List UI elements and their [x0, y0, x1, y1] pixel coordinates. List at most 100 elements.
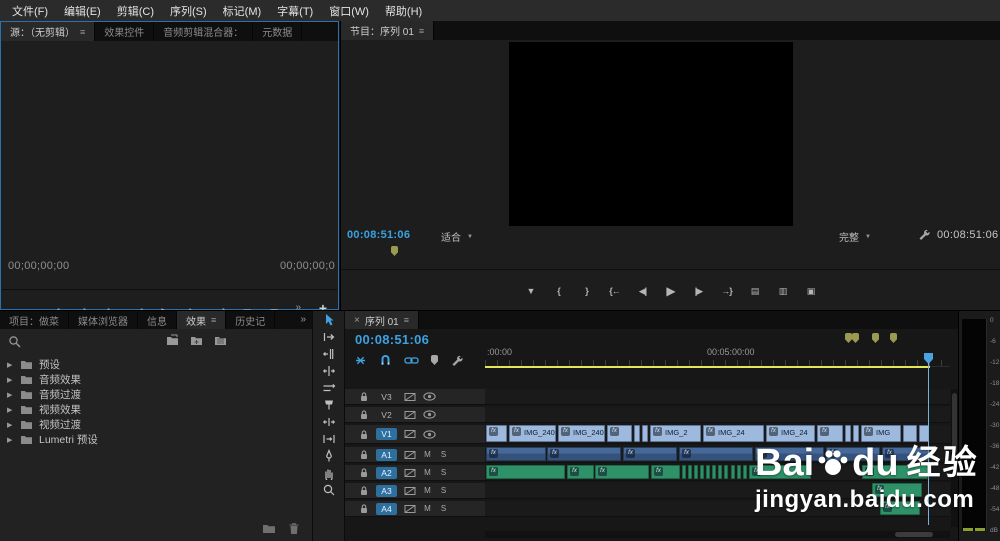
track-target-A2[interactable]: A2 — [376, 466, 397, 479]
panel-menu-icon[interactable]: ≡ — [80, 27, 85, 37]
project-overflow-button[interactable]: » — [300, 314, 306, 325]
expand-arrow-icon[interactable]: ▶ — [7, 436, 14, 444]
track-target-A3[interactable]: A3 — [376, 484, 397, 497]
tab[interactable]: 效果控件 — [95, 22, 155, 41]
panel-menu-icon[interactable]: ≡ — [211, 315, 216, 325]
timeline-clip[interactable] — [731, 465, 735, 479]
track-target-A1[interactable]: A1 — [376, 448, 397, 461]
new-custom-bin-icon[interactable] — [166, 334, 179, 346]
tab[interactable]: 元数据 — [253, 22, 303, 41]
timeline-clip[interactable]: fx — [623, 447, 677, 461]
timeline-clip[interactable]: fx IMG_240 — [509, 425, 556, 442]
zoom-tool[interactable] — [313, 481, 344, 498]
toggle-track-output-eye-icon[interactable] — [423, 392, 436, 401]
razor-tool[interactable] — [313, 396, 344, 413]
expand-arrow-icon[interactable]: ▶ — [7, 361, 14, 369]
track-select-forward-tool[interactable] — [313, 328, 344, 345]
export-frame-button[interactable]: ▣ — [803, 283, 818, 299]
rate-stretch-tool[interactable] — [313, 379, 344, 396]
timeline-clip[interactable]: fx — [817, 425, 843, 442]
track-target-V3[interactable]: V3 — [376, 391, 397, 403]
snap-magnet-icon[interactable] — [379, 354, 392, 367]
pen-tool[interactable] — [313, 447, 344, 464]
panel-menu-icon[interactable]: ≡ — [404, 315, 409, 325]
timeline-clip[interactable] — [682, 465, 686, 479]
menu-item[interactable]: 帮助(H) — [377, 1, 430, 21]
ripple-edit-tool[interactable] — [313, 345, 344, 362]
solo-track-button[interactable]: S — [439, 450, 448, 459]
timeline-clip[interactable]: fx — [567, 465, 594, 479]
timeline-clip[interactable]: fx — [651, 465, 680, 479]
toggle-track-output-eye-icon[interactable] — [423, 429, 436, 439]
track-lock-icon[interactable] — [359, 429, 369, 440]
menu-item[interactable]: 文件(F) — [4, 1, 56, 21]
menu-item[interactable]: 序列(S) — [162, 1, 215, 21]
tab[interactable]: 历史记 — [226, 311, 276, 329]
nest-sequence-icon[interactable] — [354, 354, 367, 367]
timeline-clip[interactable] — [634, 425, 640, 442]
effects-tree-item[interactable]: ▶ 音频效果 — [0, 372, 312, 387]
sync-lock-icon[interactable] — [404, 486, 416, 496]
step-forward-button[interactable]: |▶ — [691, 283, 706, 299]
timeline-clip[interactable]: fx — [595, 465, 649, 479]
tab-sequence-01[interactable]: × 序列 01 ≡ — [345, 311, 420, 329]
timeline-clip[interactable] — [642, 425, 648, 442]
mute-track-button[interactable]: M — [423, 468, 432, 477]
sequence-marker-icon[interactable] — [845, 333, 852, 343]
track-lock-icon[interactable] — [359, 503, 369, 514]
tab-program[interactable]: 节目：序列 01 ≡ — [341, 21, 435, 40]
work-area-bar[interactable] — [485, 366, 930, 368]
add-marker-button[interactable]: ▼ — [523, 283, 538, 299]
mark-in-button[interactable]: { — [551, 283, 566, 299]
track-lock-icon[interactable] — [359, 449, 369, 460]
solo-track-button[interactable]: S — [439, 468, 448, 477]
timeline-clip[interactable]: fx — [486, 447, 546, 461]
search-icon[interactable] — [8, 335, 21, 348]
program-fit-dropdown[interactable]: 适合 ▼ — [441, 229, 473, 244]
timeline-clip[interactable]: fx IMG_2 — [650, 425, 701, 442]
menu-item[interactable]: 字幕(T) — [269, 1, 321, 21]
track-lock-icon[interactable] — [359, 467, 369, 478]
expand-arrow-icon[interactable]: ▶ — [7, 376, 14, 384]
timeline-timecode[interactable]: 00:08:51:06 — [355, 332, 429, 347]
timeline-clip[interactable]: fx IMG — [861, 425, 901, 442]
slip-tool[interactable] — [313, 413, 344, 430]
timeline-clip[interactable] — [688, 465, 692, 479]
close-icon[interactable]: × — [354, 315, 360, 326]
track-target-V2[interactable]: V2 — [376, 409, 397, 421]
timeline-clip[interactable] — [853, 425, 859, 442]
timeline-horizontal-scrollbar[interactable] — [485, 531, 950, 538]
tab[interactable]: 源：（无剪辑） ≡ — [1, 22, 96, 41]
program-resolution-dropdown[interactable]: 完整 ▼ — [839, 229, 871, 244]
timeline-clip[interactable]: fx IMG_24 — [703, 425, 764, 442]
play-button[interactable]: ▶ — [663, 283, 678, 299]
timeline-clip[interactable]: fx — [607, 425, 632, 442]
effects-tree-item[interactable]: ▶ Lumetri 预设 — [0, 432, 312, 447]
linked-selection-icon[interactable] — [404, 354, 419, 367]
timeline-clip[interactable] — [694, 465, 698, 479]
expand-arrow-icon[interactable]: ▶ — [7, 391, 14, 399]
timeline-clip[interactable] — [845, 425, 851, 442]
mute-track-button[interactable]: M — [423, 504, 432, 513]
tab[interactable]: 信息 — [138, 311, 177, 329]
bin-options-icon[interactable] — [214, 334, 227, 346]
effects-tree-item[interactable]: ▶ 音频过渡 — [0, 387, 312, 402]
timeline-clip[interactable]: fx — [547, 447, 621, 461]
rolling-edit-tool[interactable] — [313, 362, 344, 379]
timeline-clip[interactable]: fx IMG_240 — [558, 425, 605, 442]
go-to-out-point-button[interactable]: →} — [719, 283, 734, 299]
hand-tool[interactable] — [313, 464, 344, 481]
tab[interactable]: 项目：做菜 — [0, 311, 69, 329]
track-target-A4[interactable]: A4 — [376, 502, 397, 515]
selection-tool[interactable] — [313, 311, 344, 328]
menu-item[interactable]: 窗口(W) — [321, 1, 377, 21]
expand-arrow-icon[interactable]: ▶ — [7, 421, 14, 429]
mute-track-button[interactable]: M — [423, 486, 432, 495]
sync-lock-icon[interactable] — [404, 392, 416, 402]
sync-lock-icon[interactable] — [404, 504, 416, 514]
panel-menu-icon[interactable]: ≡ — [419, 26, 424, 36]
track-lock-icon[interactable] — [359, 391, 369, 402]
timeline-clip[interactable] — [737, 465, 741, 479]
timeline-clip[interactable] — [700, 465, 704, 479]
tab[interactable]: 媒体浏览器 — [69, 311, 138, 329]
